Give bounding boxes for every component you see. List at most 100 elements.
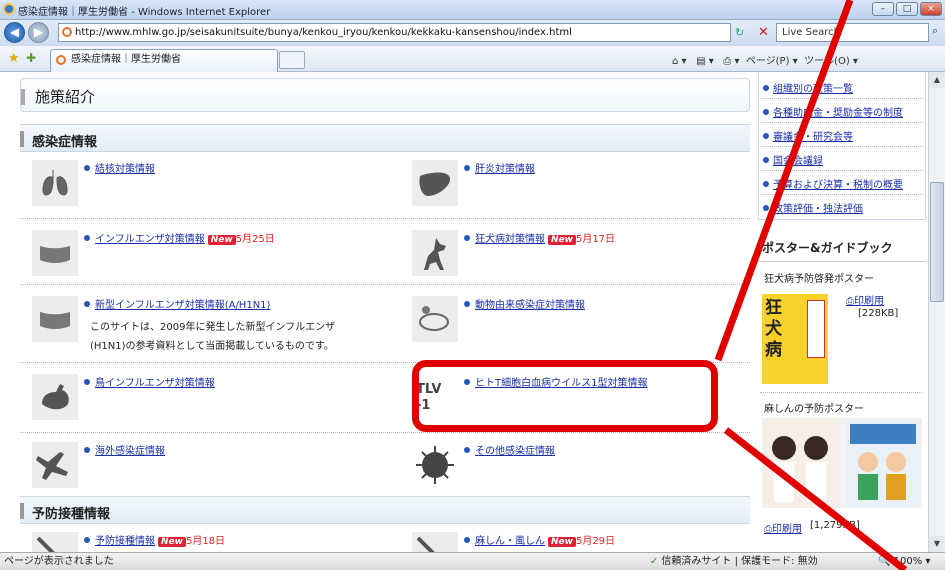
link-overseas[interactable]: 海外感染症情報: [84, 442, 165, 457]
sidebar-link[interactable]: 政策評価・独法評価: [763, 200, 863, 215]
poster-text: 狂犬病: [765, 298, 782, 360]
virus-icon: [412, 442, 458, 488]
liver-icon: [412, 160, 458, 206]
list-item: 鳥インフルエンザ対策情報: [20, 370, 360, 430]
link-vaccination[interactable]: 予防接種情報: [95, 536, 155, 547]
stop-icon[interactable]: ✕: [758, 23, 769, 42]
scroll-down-button[interactable]: ▼: [929, 536, 945, 552]
item-line: 麻しん・風しん New 5月29日: [464, 532, 615, 547]
scroll-thumb[interactable]: [930, 182, 944, 302]
page-viewport: 施策紹介 感染症情報 結核対策情報 肝炎対策情報 インフルエンザ対策情報 New 5…: [0, 72, 928, 552]
close-button[interactable]: ×: [920, 2, 942, 16]
date-text: 5月25日: [235, 234, 275, 245]
tab-bar: ★ ✚ 感染症情報｜厚生労働省 ⌂ ▾ ▤ ▾ ⎙ ▾ ページ(P) ▾ ツール…: [0, 46, 945, 72]
list-item: 結核対策情報: [20, 156, 360, 216]
rabies-poster-image[interactable]: 狂犬病: [762, 294, 828, 384]
print-link-rabies[interactable]: ⎙印刷用: [846, 292, 884, 307]
list-item: TLV -1 ヒトT細胞白血病ウイルス1型対策情報: [400, 370, 740, 430]
title-bar: 感染症情報｜厚生労働省 - Windows Internet Explorer …: [0, 0, 945, 20]
list-item: 狂犬病対策情報 New 5月17日: [400, 226, 740, 286]
link-influenza[interactable]: インフルエンザ対策情報: [95, 234, 205, 245]
new-badge: New: [548, 537, 576, 547]
favorites-star-icon[interactable]: ★: [8, 51, 20, 66]
security-zone: ✓ 信頼済みサイト | 保護モード: 無効: [650, 556, 818, 567]
maximize-button[interactable]: □: [896, 2, 918, 16]
policy-header: 施策紹介: [20, 78, 750, 112]
section-header: 予防接種情報: [20, 496, 750, 524]
link-rabies[interactable]: 狂犬病対策情報: [475, 234, 545, 245]
search-input[interactable]: Live Search: [776, 23, 929, 42]
page-menu[interactable]: ページ(P): [746, 56, 790, 67]
mask-icon: [32, 230, 78, 276]
vertical-scrollbar[interactable]: ▲ ▼: [928, 72, 945, 552]
tab-label: 感染症情報｜厚生労働省: [71, 54, 181, 65]
tab-active[interactable]: 感染症情報｜厚生労働省: [50, 49, 278, 72]
zoom-level[interactable]: 🔍 100% ▾: [878, 553, 930, 570]
link-bird-flu[interactable]: 鳥インフルエンザ対策情報: [84, 374, 215, 389]
link-new-influenza[interactable]: 新型インフルエンザ対策情報(A/H1N1): [84, 296, 270, 311]
date-text: 5月18日: [185, 536, 226, 547]
page-title: 施策紹介: [35, 88, 96, 106]
window-title: 感染症情報｜厚生労働省 - Windows Internet Explorer: [18, 7, 271, 18]
section-title: 感染症情報: [32, 135, 98, 150]
airplane-icon: [32, 442, 78, 488]
link-htlv1[interactable]: ヒトT細胞白血病ウイルス1型対策情報: [464, 374, 647, 389]
link-tuberculosis[interactable]: 結核対策情報: [84, 160, 155, 175]
link-hepatitis[interactable]: 肝炎対策情報: [464, 160, 535, 175]
page-icon: [62, 27, 72, 37]
check-icon: ✓: [650, 556, 659, 567]
sidebar-link[interactable]: 各種助成金・奨励金等の制度: [763, 104, 903, 119]
syringe-icon: [412, 532, 458, 552]
new-tab-button[interactable]: [279, 51, 305, 69]
print-icon[interactable]: ⎙ ▾: [723, 56, 739, 67]
address-field[interactable]: http://www.mhlw.go.jp/seisakunitsuite/bu…: [58, 23, 731, 42]
sidebar-links: 組織別の政策一覧 各種助成金・奨励金等の制度 審議会・研究会等 国会会議録 予算…: [758, 72, 926, 220]
tlv-icon: TLV -1: [412, 374, 458, 420]
tools-menu[interactable]: ツール(O): [804, 56, 850, 67]
item-line: 狂犬病対策情報 New 5月17日: [464, 230, 615, 245]
section-title: 予防接種情報: [32, 507, 111, 522]
ie-logo-icon: [3, 3, 15, 15]
dog-icon: [412, 230, 458, 276]
sidebar-link[interactable]: 予算および決算・税制の概要: [763, 176, 903, 191]
minimize-button[interactable]: –: [872, 2, 894, 16]
file-size: [228KB]: [858, 308, 899, 319]
new-badge: New: [158, 537, 186, 547]
link-other[interactable]: その他感染症情報: [464, 442, 555, 457]
sidebar-link[interactable]: 審議会・研究会等: [763, 128, 853, 143]
date-text: 5月29日: [575, 536, 616, 547]
file-size: [1,279KB]: [810, 520, 860, 531]
list-item: 動物由来感染症対策情報: [400, 292, 740, 352]
home-icon[interactable]: ⌂ ▾: [672, 56, 687, 67]
link-zoonosis[interactable]: 動物由来感染症対策情報: [464, 296, 585, 311]
print-link-measles[interactable]: ⎙印刷用: [764, 520, 802, 535]
search-placeholder: Live Search: [782, 27, 840, 38]
sidebar-link[interactable]: 組織別の政策一覧: [763, 80, 853, 95]
status-bar: ページが表示されました ✓ 信頼済みサイト | 保護モード: 無効 🔍 100% …: [0, 552, 945, 570]
animal-icon: [412, 296, 458, 342]
poster-caption: 狂犬病予防啓発ポスター: [764, 274, 874, 285]
sidebar-link[interactable]: 国会会議録: [763, 152, 823, 167]
section-header: 感染症情報: [20, 124, 750, 152]
chicken-icon: [32, 374, 78, 420]
list-item: インフルエンザ対策情報 New 5月25日: [20, 226, 360, 286]
syringe-icon: [32, 532, 78, 552]
item-line: インフルエンザ対策情報 New 5月25日: [84, 230, 275, 245]
list-item: 新型インフルエンザ対策情報(A/H1N1) このサイトは、2009年に発生した新…: [20, 292, 360, 372]
address-toolbar: ◀ ▶ http://www.mhlw.go.jp/seisakunitsuit…: [0, 20, 945, 46]
new-badge: New: [207, 235, 236, 245]
mask-icon: [32, 296, 78, 342]
list-item: 肝炎対策情報: [400, 156, 740, 216]
search-icon[interactable]: ⌕: [932, 24, 938, 38]
date-text: 5月17日: [575, 234, 616, 245]
add-favorites-icon[interactable]: ✚: [26, 51, 36, 65]
lungs-icon: [32, 160, 78, 206]
feeds-icon[interactable]: ▤ ▾: [696, 56, 714, 67]
link-measles-rubella[interactable]: 麻しん・風しん: [475, 536, 545, 547]
measles-poster-image[interactable]: [762, 418, 922, 508]
page-icon: [56, 55, 66, 65]
back-button[interactable]: ◀: [4, 22, 25, 43]
scroll-up-button[interactable]: ▲: [929, 72, 945, 88]
forward-button[interactable]: ▶: [28, 22, 49, 43]
poster-section-title: ポスター&ガイドブック: [758, 234, 926, 262]
